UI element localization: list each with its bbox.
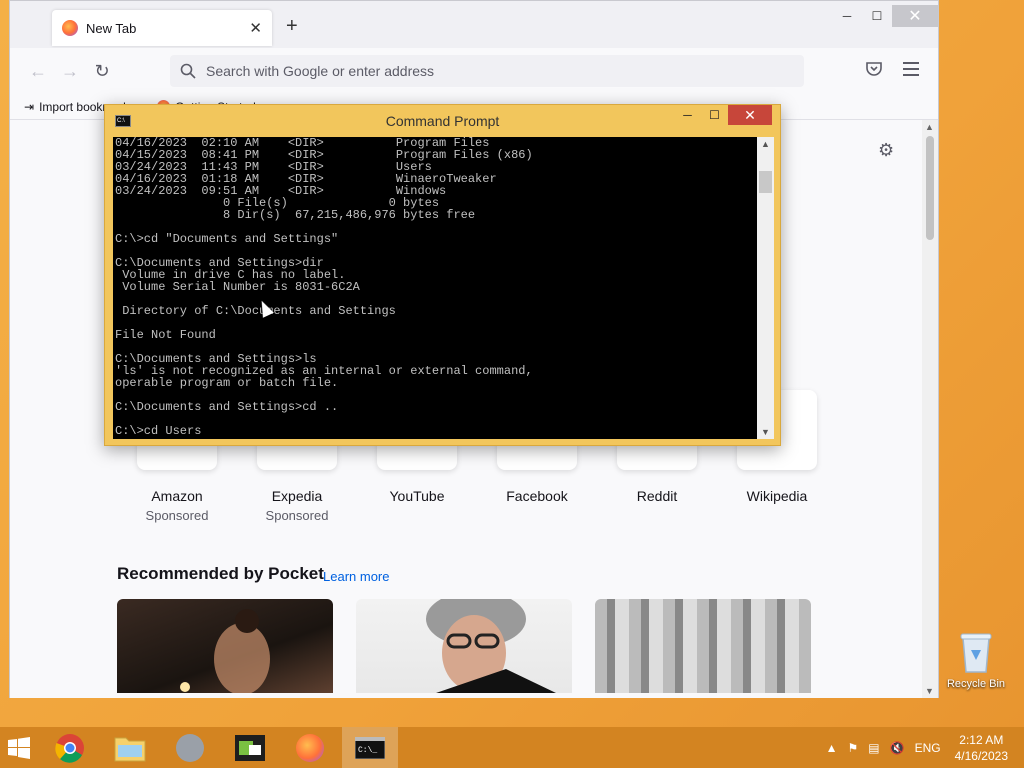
network-icon[interactable]: ▤	[868, 741, 879, 755]
tab-title: New Tab	[86, 20, 137, 36]
console-line: C:\>cd "Documents and Settings"	[115, 232, 339, 246]
chrome-icon	[55, 733, 84, 763]
minimize-icon[interactable]: ─	[832, 5, 862, 27]
winaero-icon	[235, 734, 265, 761]
console-line: Directory of C:\Documents and Settings	[115, 304, 396, 318]
taskbar-chrome[interactable]	[42, 727, 98, 768]
woman-photo-image	[180, 609, 270, 693]
cmd-titlebar[interactable]: C:\ Command Prompt ─ ☐ ✕	[105, 105, 780, 137]
tab-new-tab[interactable]: New Tab ✕	[52, 10, 272, 46]
address-placeholder: Search with Google or enter address	[206, 63, 435, 79]
scrollbar-thumb[interactable]	[926, 136, 934, 240]
cmd-window-controls: ─ ☐ ✕	[674, 105, 772, 125]
system-tray: ▲ ⚑ ▤ 🔇 ENG 2:12 AM 4/16/2023	[826, 727, 1008, 768]
clock-date: 4/16/2023	[954, 748, 1008, 763]
import-icon: ⇥	[24, 99, 35, 114]
scroll-down-icon[interactable]: ▼	[761, 427, 770, 437]
browser-window-controls: ─ ☐ ✕	[832, 5, 938, 27]
scrollbar-thumb[interactable]	[759, 171, 772, 193]
start-button[interactable]	[0, 727, 38, 768]
action-center-flag-icon[interactable]: ⚑	[848, 741, 859, 755]
console-line: Volume Serial Number is 8031-6C2A	[115, 280, 360, 294]
taskbar-file-explorer[interactable]	[102, 727, 158, 768]
tab-close-icon[interactable]: ✕	[249, 19, 262, 37]
shortcut-label: Wikipedia	[746, 488, 808, 504]
taskbar-app[interactable]	[162, 727, 218, 768]
shortcut-label: YouTube	[389, 488, 445, 504]
recycle-bin-icon	[959, 630, 993, 674]
windows-icon	[8, 736, 30, 759]
pocket-heading: Recommended by Pocket	[117, 564, 324, 583]
recycle-bin[interactable]: Recycle Bin	[944, 630, 1008, 690]
recycle-bin-label: Recycle Bin	[946, 678, 1006, 690]
taskbar-command-prompt[interactable]: C:\_	[342, 727, 398, 768]
console-line: 8 Dir(s) 67,215,486,976 bytes free	[115, 208, 476, 222]
cmd-icon: C:\_	[355, 736, 385, 759]
close-icon[interactable]: ✕	[728, 105, 772, 125]
sponsored-label: Sponsored	[265, 508, 329, 523]
console-line: File Not Found	[115, 328, 216, 342]
taskbar-winaero[interactable]	[222, 727, 278, 768]
scroll-up-icon[interactable]: ▲	[925, 122, 934, 132]
pocket-icon[interactable]	[865, 60, 883, 78]
shortcut-label: Facebook	[506, 488, 568, 504]
search-icon	[180, 63, 196, 79]
firefox-icon	[62, 20, 78, 36]
taskbar: C:\_ ▲ ⚑ ▤ 🔇 ENG 2:12 AM 4/16/2023	[0, 727, 1024, 768]
maximize-icon[interactable]: ☐	[862, 5, 892, 27]
forward-icon[interactable]: →	[54, 55, 86, 87]
address-bar[interactable]: Search with Google or enter address	[170, 55, 804, 87]
close-window-icon[interactable]: ✕	[892, 5, 938, 27]
sponsored-label: Sponsored	[145, 508, 209, 523]
clock-time: 2:12 AM	[959, 732, 1004, 747]
page-scrollbar[interactable]: ▲ ▼	[922, 120, 938, 698]
firefox-icon	[296, 733, 324, 762]
reload-icon[interactable]: ↻	[86, 55, 118, 87]
cmd-title: Command Prompt	[385, 113, 500, 129]
pocket-cards	[117, 599, 811, 693]
clock[interactable]: 2:12 AM 4/16/2023	[955, 732, 1008, 764]
console-output: 04/16/2023 02:10 AM <DIR> Program Files 0…	[115, 137, 755, 437]
command-prompt-window: C:\ Command Prompt ─ ☐ ✕ 04/16/2023 02:1…	[104, 104, 781, 446]
menu-icon[interactable]	[903, 62, 919, 80]
maximize-icon[interactable]: ☐	[701, 105, 728, 125]
scroll-up-icon[interactable]: ▲	[761, 139, 770, 149]
portrait-photo-image	[426, 599, 556, 693]
console-line: C:\>cd Users	[115, 424, 202, 438]
shortcut-label: Amazon	[151, 488, 203, 504]
pocket-card-image[interactable]	[356, 599, 572, 693]
gear-icon[interactable]: ⚙	[878, 140, 894, 161]
app-icon	[176, 733, 204, 762]
folder-icon	[114, 737, 146, 761]
pocket-card-image[interactable]	[117, 599, 333, 693]
cmd-icon: C:\	[115, 115, 131, 127]
console-line: C:\Documents and Settings>cd ..	[115, 400, 339, 414]
shortcut-label: Expedia	[271, 488, 323, 504]
navigation-toolbar: ← → ↻ Search with Google or enter addres…	[10, 48, 938, 94]
back-icon[interactable]: ←	[22, 55, 54, 87]
volume-muted-icon[interactable]: 🔇	[890, 741, 905, 755]
browser-titlebar: New Tab ✕ + ─ ☐ ✕	[10, 1, 938, 48]
svg-text:C:\_: C:\_	[358, 746, 377, 755]
minimize-icon[interactable]: ─	[674, 105, 701, 125]
console-area[interactable]: 04/16/2023 02:10 AM <DIR> Program Files 0…	[113, 137, 774, 439]
cmd-scrollbar[interactable]: ▲ ▼	[757, 137, 774, 439]
console-line: operable program or batch file.	[115, 376, 339, 390]
taskbar-firefox[interactable]	[282, 727, 338, 768]
shortcut-label: Reddit	[636, 488, 678, 504]
language-indicator[interactable]: ENG	[915, 741, 941, 755]
show-hidden-icons-icon[interactable]: ▲	[826, 741, 838, 755]
pocket-card-image[interactable]	[595, 599, 811, 693]
new-tab-button[interactable]: +	[286, 15, 298, 38]
learn-more-link[interactable]: Learn more	[323, 569, 389, 584]
scroll-down-icon[interactable]: ▼	[925, 686, 934, 696]
